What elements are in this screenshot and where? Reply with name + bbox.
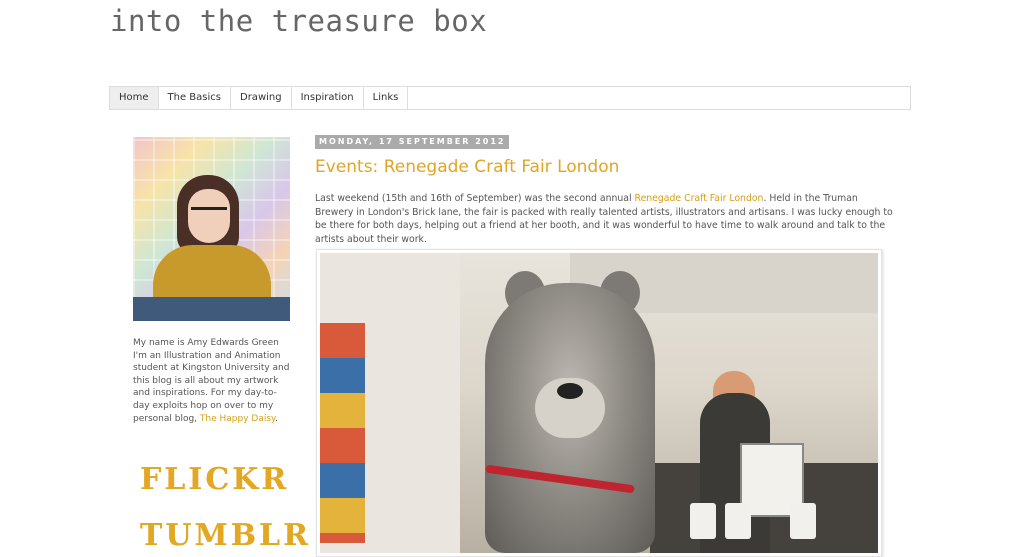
- tab-links[interactable]: Links: [364, 87, 409, 109]
- profile-photo: [133, 137, 290, 321]
- post-photo[interactable]: [316, 249, 882, 557]
- tab-inspiration[interactable]: Inspiration: [292, 87, 364, 109]
- renegade-craft-fair-link[interactable]: Renegade Craft Fair London: [635, 193, 764, 204]
- post-body-prefix: Last weekend (15th and 16th of September…: [315, 193, 635, 204]
- tab-drawing[interactable]: Drawing: [231, 87, 292, 109]
- post-date: MONDAY, 17 SEPTEMBER 2012: [315, 135, 510, 149]
- profile-text-prefix: My name is Amy Edwards Green I'm an Illu…: [133, 338, 290, 424]
- post-body: Last weekend (15th and 16th of September…: [315, 192, 899, 246]
- nav-tabs: Home The Basics Drawing Inspiration Link…: [109, 86, 911, 110]
- post-title[interactable]: Events: Renegade Craft Fair London: [315, 157, 619, 177]
- blog-title[interactable]: into the treasure box: [110, 4, 487, 38]
- tab-the-basics[interactable]: The Basics: [159, 87, 231, 109]
- profile-text-suffix: .: [275, 413, 278, 424]
- happy-daisy-link[interactable]: The Happy Daisy: [200, 414, 275, 424]
- tab-home[interactable]: Home: [110, 87, 159, 109]
- flickr-link[interactable]: FLICKR: [140, 462, 289, 497]
- tumblr-link[interactable]: TUMBLR: [140, 518, 311, 553]
- profile-description: My name is Amy Edwards Green I'm an Illu…: [133, 337, 291, 425]
